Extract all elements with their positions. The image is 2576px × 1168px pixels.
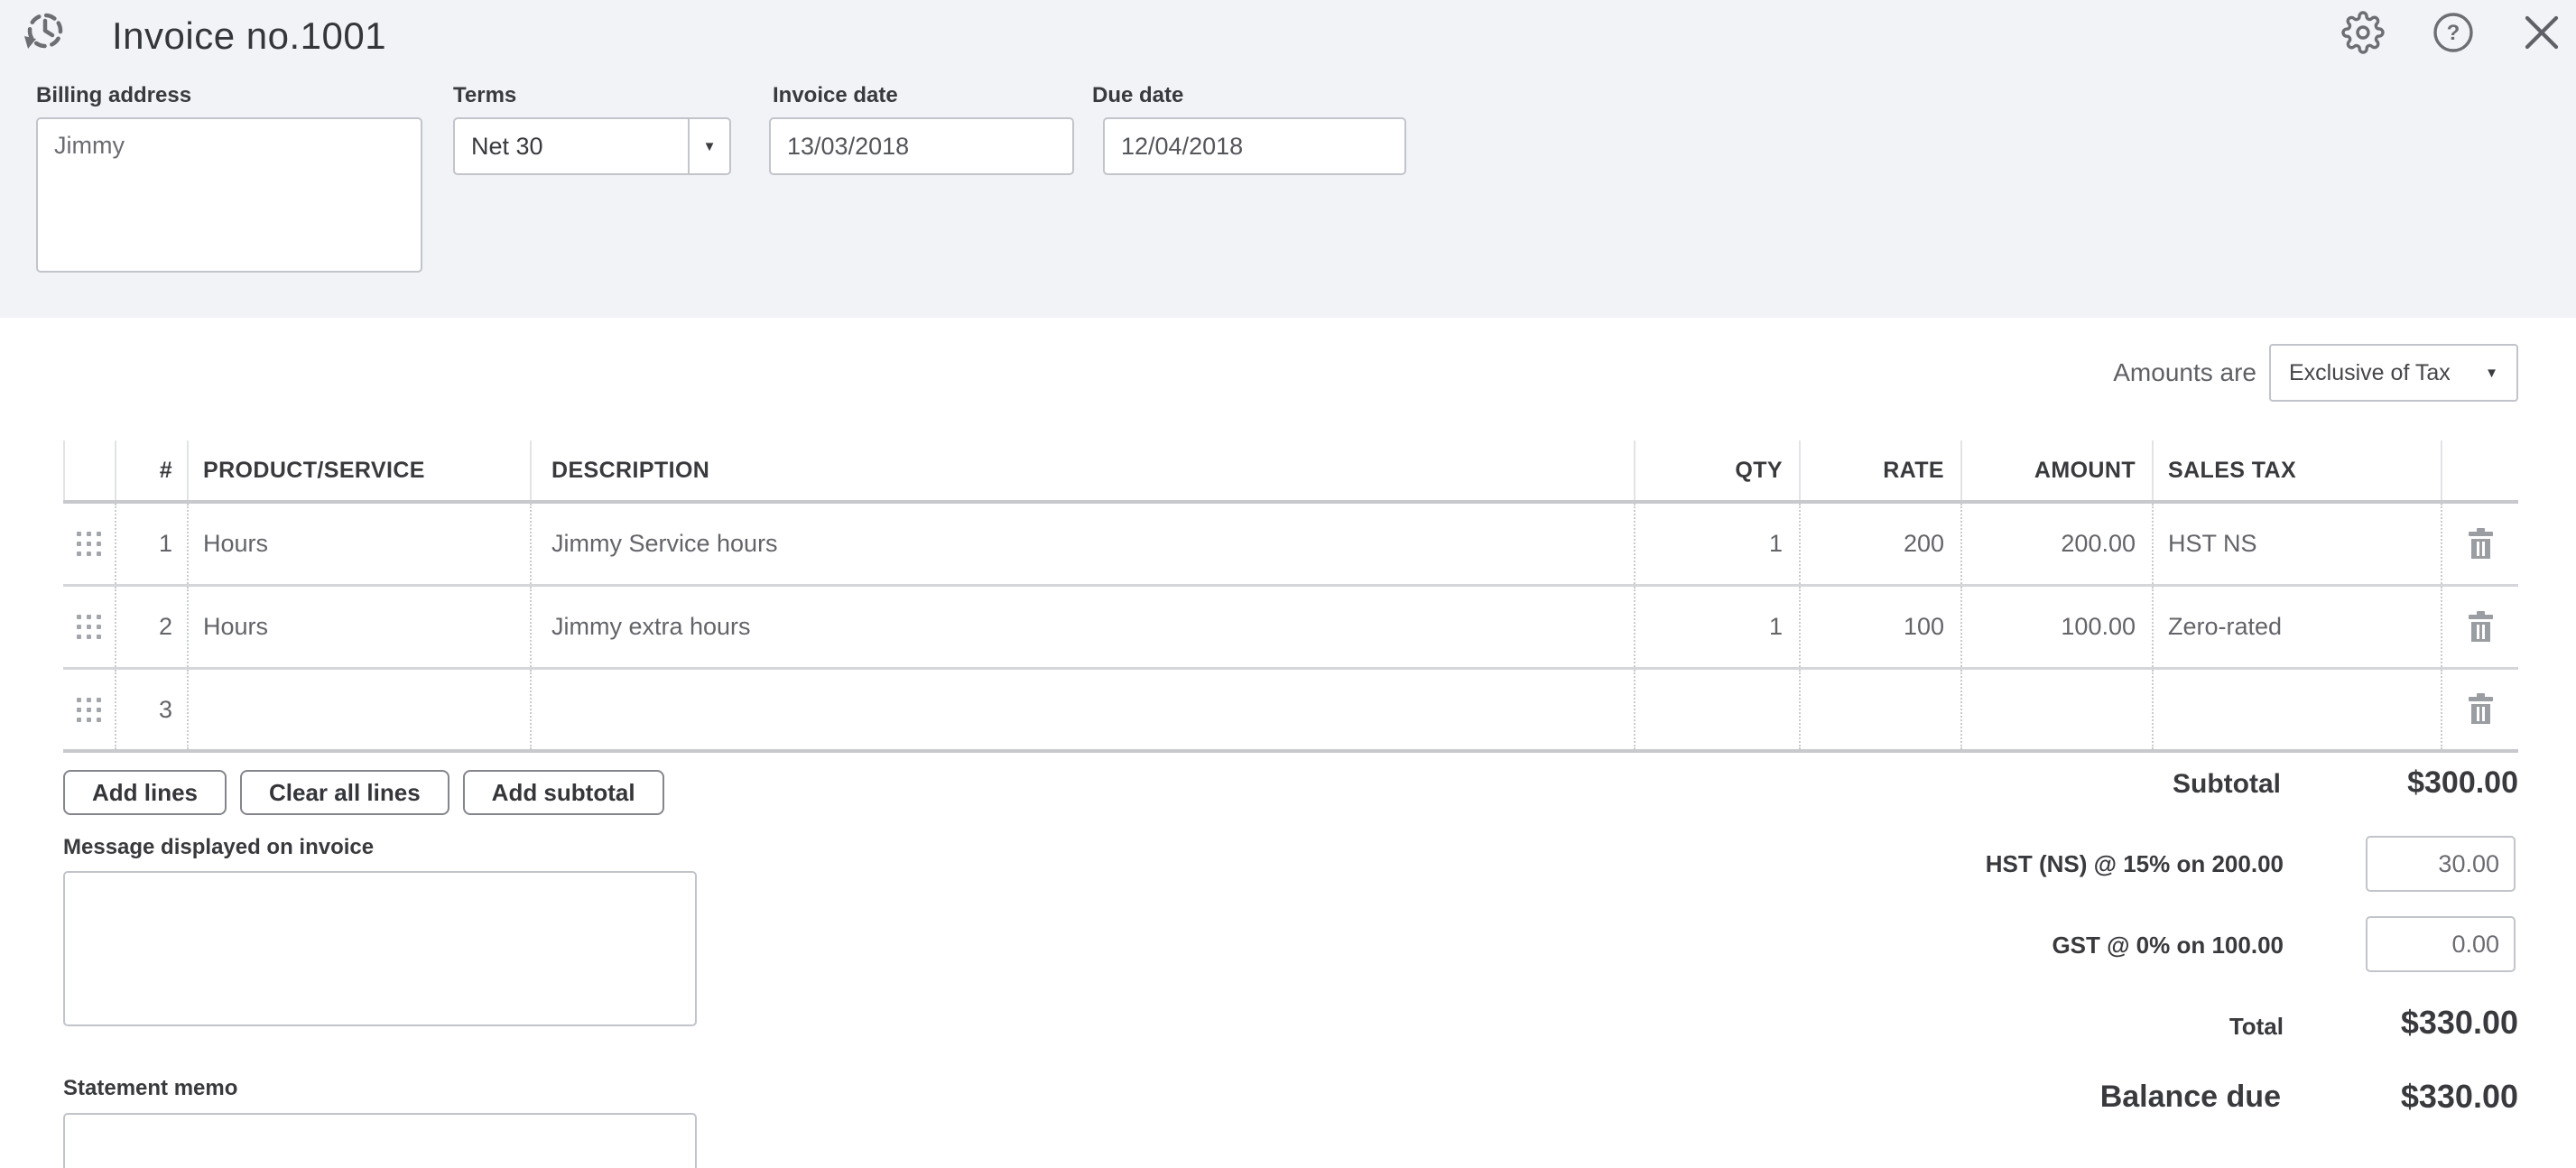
subtotal-value: $300.00 xyxy=(2407,765,2518,801)
chevron-down-icon: ▼ xyxy=(2485,366,2498,380)
amounts-are-label: Amounts are xyxy=(2113,358,2256,387)
delete-cell xyxy=(2441,670,2518,749)
column-header-qty: QTY xyxy=(1634,440,1799,500)
line-items-table: # PRODUCT/SERVICE DESCRIPTION QTY RATE A… xyxy=(63,440,2518,753)
billing-address-field[interactable]: Jimmy xyxy=(36,117,422,273)
column-header-num: # xyxy=(115,440,187,500)
balance-due-label: Balance due xyxy=(2100,1080,2281,1115)
message-field[interactable] xyxy=(63,871,697,1026)
due-date-label: Due date xyxy=(1092,83,1183,108)
rate-cell[interactable]: 200 xyxy=(1799,504,1960,584)
subtotal-label: Subtotal xyxy=(2173,769,2281,800)
amounts-are-row: Amounts are Exclusive of Tax ▼ xyxy=(2113,344,2518,402)
salestax-cell[interactable] xyxy=(2152,670,2441,749)
terms-dropdown-button[interactable]: ▼ xyxy=(688,119,729,173)
qty-cell[interactable]: 1 xyxy=(1634,504,1799,584)
amounts-are-select[interactable]: Exclusive of Tax ▼ xyxy=(2269,344,2518,402)
close-icon[interactable] xyxy=(2522,13,2562,52)
row-number-cell: 3 xyxy=(115,670,187,749)
svg-text:?: ? xyxy=(2447,21,2460,45)
statement-memo-label: Statement memo xyxy=(63,1076,237,1101)
add-lines-button[interactable]: Add lines xyxy=(63,770,227,815)
table-row: 1 Hours Jimmy Service hours 1 200 200.00… xyxy=(63,504,2518,587)
tax-amount-field[interactable] xyxy=(2366,836,2516,892)
table-row: 3 xyxy=(63,670,2518,753)
delete-column-header xyxy=(2441,440,2518,500)
column-header-salestax: SALES TAX xyxy=(2152,440,2441,500)
invoice-date-label: Invoice date xyxy=(773,83,898,108)
invoice-date-field[interactable] xyxy=(769,117,1074,175)
row-number-cell: 1 xyxy=(115,504,187,584)
delete-cell xyxy=(2441,504,2518,584)
rate-cell[interactable] xyxy=(1799,670,1960,749)
amounts-are-selected-value: Exclusive of Tax xyxy=(2289,360,2451,386)
description-cell[interactable]: Jimmy extra hours xyxy=(530,587,1634,667)
total-value: $330.00 xyxy=(2401,1004,2518,1042)
description-cell[interactable] xyxy=(530,670,1634,749)
message-label: Message displayed on invoice xyxy=(63,835,374,860)
product-cell[interactable]: Hours xyxy=(187,504,530,584)
trash-icon[interactable] xyxy=(2469,693,2493,726)
drag-column-header xyxy=(63,440,115,500)
balance-due-value: $330.00 xyxy=(2401,1078,2518,1116)
total-label: Total xyxy=(2229,1013,2284,1041)
drag-handle-icon[interactable] xyxy=(63,504,115,584)
due-date-field[interactable] xyxy=(1103,117,1406,175)
trash-icon[interactable] xyxy=(2469,611,2493,644)
salestax-cell[interactable]: Zero-rated xyxy=(2152,587,2441,667)
amount-cell[interactable]: 100.00 xyxy=(1960,587,2152,667)
table-actions: Add lines Clear all lines Add subtotal xyxy=(63,770,664,815)
product-cell[interactable]: Hours xyxy=(187,587,530,667)
gear-icon[interactable] xyxy=(2341,11,2385,54)
salestax-cell[interactable]: HST NS xyxy=(2152,504,2441,584)
tax-line-label: HST (NS) @ 15% on 200.00 xyxy=(1986,850,2284,878)
row-number-cell: 2 xyxy=(115,587,187,667)
amount-cell[interactable] xyxy=(1960,670,2152,749)
column-header-amount: AMOUNT xyxy=(1960,440,2152,500)
add-subtotal-button[interactable]: Add subtotal xyxy=(463,770,664,815)
terms-selected-value: Net 30 xyxy=(455,119,688,173)
page-title: Invoice no.1001 xyxy=(112,14,386,58)
delete-cell xyxy=(2441,587,2518,667)
drag-handle-icon[interactable] xyxy=(63,670,115,749)
terms-label: Terms xyxy=(453,83,516,108)
history-clock-icon[interactable] xyxy=(20,7,67,62)
column-header-rate: RATE xyxy=(1799,440,1960,500)
column-header-description: DESCRIPTION xyxy=(530,440,1634,500)
terms-select[interactable]: Net 30 ▼ xyxy=(453,117,731,175)
trash-icon[interactable] xyxy=(2469,528,2493,561)
billing-address-label: Billing address xyxy=(36,83,191,108)
description-cell[interactable]: Jimmy Service hours xyxy=(530,504,1634,584)
header-toolbar: ? xyxy=(2341,11,2562,54)
statement-memo-field[interactable] xyxy=(63,1113,697,1168)
qty-cell[interactable] xyxy=(1634,670,1799,749)
table-row: 2 Hours Jimmy extra hours 1 100 100.00 Z… xyxy=(63,587,2518,670)
chevron-down-icon: ▼ xyxy=(703,140,717,153)
amount-cell[interactable]: 200.00 xyxy=(1960,504,2152,584)
table-header-row: # PRODUCT/SERVICE DESCRIPTION QTY RATE A… xyxy=(63,440,2518,504)
rate-cell[interactable]: 100 xyxy=(1799,587,1960,667)
product-cell[interactable] xyxy=(187,670,530,749)
qty-cell[interactable]: 1 xyxy=(1634,587,1799,667)
tax-amount-field[interactable] xyxy=(2366,916,2516,972)
invoice-header-section: Invoice no.1001 ? Billing address Jimmy … xyxy=(0,0,2576,318)
column-header-product: PRODUCT/SERVICE xyxy=(187,440,530,500)
clear-all-lines-button[interactable]: Clear all lines xyxy=(240,770,449,815)
tax-line-label: GST @ 0% on 100.00 xyxy=(2052,932,2284,959)
help-icon[interactable]: ? xyxy=(2432,12,2474,53)
drag-handle-icon[interactable] xyxy=(63,587,115,667)
